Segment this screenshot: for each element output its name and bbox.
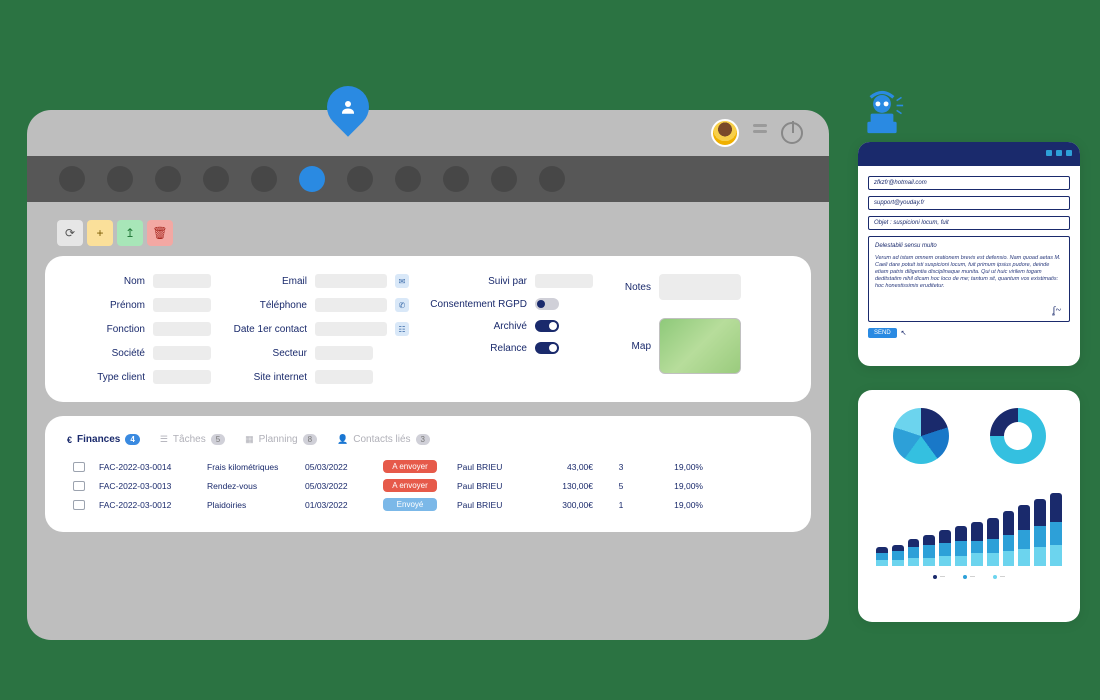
subtabs: €Finances4 ☰Tâches5 ▦Planning8 👤Contacts…: [67, 434, 789, 445]
donut-chart: [990, 408, 1046, 464]
input-notes[interactable]: [659, 274, 741, 300]
window-controls: [1046, 150, 1072, 156]
label-notes: Notes: [611, 282, 651, 293]
label-suivi: Suivi par: [427, 276, 527, 287]
finances-table: FAC-2022-03-0014Frais kilométriques05/03…: [67, 457, 789, 514]
label-relance: Relance: [427, 343, 527, 354]
titlebar: [27, 110, 829, 156]
tab-9[interactable]: [443, 166, 469, 192]
tab-5[interactable]: [251, 166, 277, 192]
contact-form-card: Nom Prénom Fonction Société Type client …: [45, 256, 811, 402]
phone-icon[interactable]: ✆: [395, 298, 409, 312]
euro-icon: €: [67, 435, 72, 445]
chart-panel: — — —: [858, 390, 1080, 622]
input-type-client[interactable]: [153, 370, 211, 384]
tab-strip: [27, 156, 829, 202]
label-archive: Archivé: [427, 321, 527, 332]
tab-4[interactable]: [203, 166, 229, 192]
email-from-field[interactable]: zfkzfr@hotmail.com: [868, 176, 1070, 190]
document-icon: [73, 481, 85, 491]
document-icon: [73, 500, 85, 510]
toggle-archive[interactable]: [535, 320, 559, 332]
import-button[interactable]: ↥: [117, 220, 143, 246]
email-message-body[interactable]: Delestabili sensu multo Verum ad istam o…: [868, 236, 1070, 322]
refresh-button[interactable]: ⟳: [57, 220, 83, 246]
input-nom[interactable]: [153, 274, 211, 288]
add-button[interactable]: +: [87, 220, 113, 246]
label-nom: Nom: [67, 276, 145, 287]
finances-card: €Finances4 ☰Tâches5 ▦Planning8 👤Contacts…: [45, 416, 811, 532]
input-secteur[interactable]: [315, 346, 373, 360]
tasks-icon: ☰: [160, 434, 168, 445]
label-type-client: Type client: [67, 372, 145, 383]
document-icon: [73, 462, 85, 472]
table-row[interactable]: FAC-2022-03-0012Plaidoiries01/03/2022 En…: [67, 495, 789, 514]
label-prenom: Prénom: [67, 300, 145, 311]
map-thumbnail[interactable]: [659, 318, 741, 374]
label-telephone: Téléphone: [229, 300, 307, 311]
input-societe[interactable]: [153, 346, 211, 360]
table-row[interactable]: FAC-2022-03-0014Frais kilométriques05/03…: [67, 457, 789, 476]
subtab-contacts[interactable]: 👤Contacts liés3: [337, 434, 430, 445]
subtab-planning[interactable]: ▦Planning8: [245, 434, 317, 445]
tab-6-active[interactable]: [299, 166, 325, 192]
power-icon[interactable]: [781, 122, 803, 144]
cursor-icon: ↖: [901, 329, 907, 337]
tab-11[interactable]: [539, 166, 565, 192]
planning-icon: ▦: [245, 434, 254, 445]
email-header: [858, 142, 1080, 166]
tab-2[interactable]: [107, 166, 133, 192]
send-button[interactable]: SEND: [868, 328, 897, 338]
tab-1[interactable]: [59, 166, 85, 192]
email-icon[interactable]: ✉: [395, 274, 409, 288]
label-site: Site internet: [229, 372, 307, 383]
badge-taches: 5: [211, 434, 225, 445]
app-window: ⟳ + ↥ 🗑 Nom Prénom Fonction Société Type…: [27, 110, 829, 640]
label-consentement: Consentement RGPD: [427, 299, 527, 310]
badge-planning: 8: [303, 434, 317, 445]
toggle-consentement[interactable]: [535, 298, 559, 310]
label-date-contact: Date 1er contact: [229, 324, 307, 335]
email-panel: zfkzfr@hotmail.com support@youday.fr Obj…: [858, 142, 1080, 366]
input-suivi[interactable]: [535, 274, 593, 288]
hacker-icon: [856, 86, 908, 138]
label-fonction: Fonction: [67, 324, 145, 335]
input-date-contact[interactable]: [315, 322, 387, 336]
badge-contacts: 3: [416, 434, 430, 445]
user-menu-icon[interactable]: [753, 124, 767, 133]
table-row[interactable]: FAC-2022-03-0013Rendez-vous05/03/2022 A …: [67, 476, 789, 495]
delete-button[interactable]: 🗑: [147, 220, 173, 246]
input-telephone[interactable]: [315, 298, 387, 312]
badge-finances: 4: [125, 434, 139, 445]
subtab-finances[interactable]: €Finances4: [67, 434, 140, 445]
email-to-field[interactable]: support@youday.fr: [868, 196, 1070, 210]
tab-10[interactable]: [491, 166, 517, 192]
chart-legend: — — —: [872, 574, 1066, 580]
input-email[interactable]: [315, 274, 387, 288]
bar-chart: [872, 482, 1066, 566]
contacts-icon: 👤: [337, 434, 348, 445]
input-prenom[interactable]: [153, 298, 211, 312]
toggle-relance[interactable]: [535, 342, 559, 354]
input-site[interactable]: [315, 370, 373, 384]
label-map: Map: [611, 341, 651, 352]
input-fonction[interactable]: [153, 322, 211, 336]
pie-chart: [893, 408, 949, 464]
signature-icon: ʆ~: [1052, 304, 1061, 317]
label-secteur: Secteur: [229, 348, 307, 359]
calendar-icon[interactable]: ☷: [395, 322, 409, 336]
email-subject-field[interactable]: Objet : suspicioni locum, fuit: [868, 216, 1070, 230]
toolbar: ⟳ + ↥ 🗑: [27, 202, 829, 256]
tab-8[interactable]: [395, 166, 421, 192]
label-societe: Société: [67, 348, 145, 359]
user-avatar[interactable]: [711, 119, 739, 147]
tab-7[interactable]: [347, 166, 373, 192]
subtab-taches[interactable]: ☰Tâches5: [160, 434, 225, 445]
label-email: Email: [229, 276, 307, 287]
tab-3[interactable]: [155, 166, 181, 192]
